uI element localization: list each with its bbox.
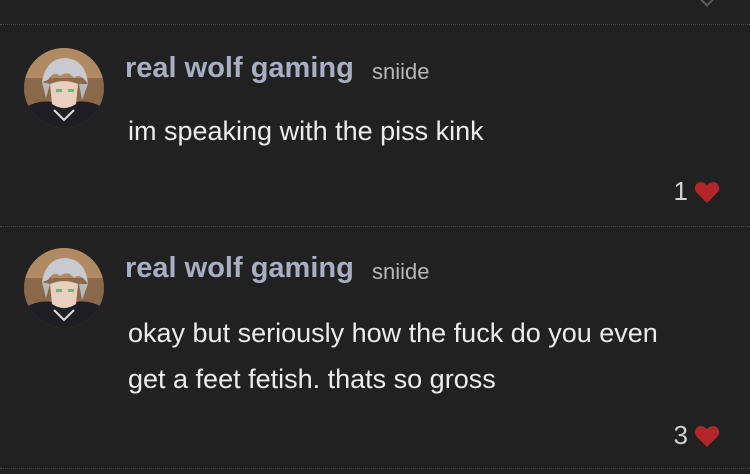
like-control[interactable]: 3 [674, 420, 720, 451]
comment-post: real wolf gaming sniide okay but serious… [0, 248, 750, 458]
avatar-image [24, 48, 104, 128]
username[interactable]: real wolf gaming [125, 252, 354, 285]
divider [0, 24, 750, 25]
like-count: 3 [673, 420, 688, 450]
username[interactable]: real wolf gaming [125, 52, 354, 85]
user-handle[interactable]: sniide [372, 259, 429, 285]
like-control[interactable]: 1 [674, 176, 720, 207]
divider [0, 226, 750, 227]
divider [0, 468, 750, 469]
comment-feed: real wolf gaming sniide im speaking with… [0, 0, 750, 474]
comment-text: okay but seriously how the fuck do you e… [128, 318, 658, 394]
chevron-down-icon[interactable] [697, 0, 717, 7]
user-handle[interactable]: sniide [372, 59, 429, 85]
comment-text: im speaking with the piss kink [128, 116, 484, 146]
avatar[interactable] [24, 48, 104, 128]
comment-post: real wolf gaming sniide im speaking with… [0, 48, 750, 218]
avatar-image [24, 248, 104, 328]
heart-icon[interactable] [694, 424, 720, 448]
avatar[interactable] [24, 248, 104, 328]
like-count: 1 [673, 176, 688, 206]
heart-icon[interactable] [694, 180, 720, 204]
